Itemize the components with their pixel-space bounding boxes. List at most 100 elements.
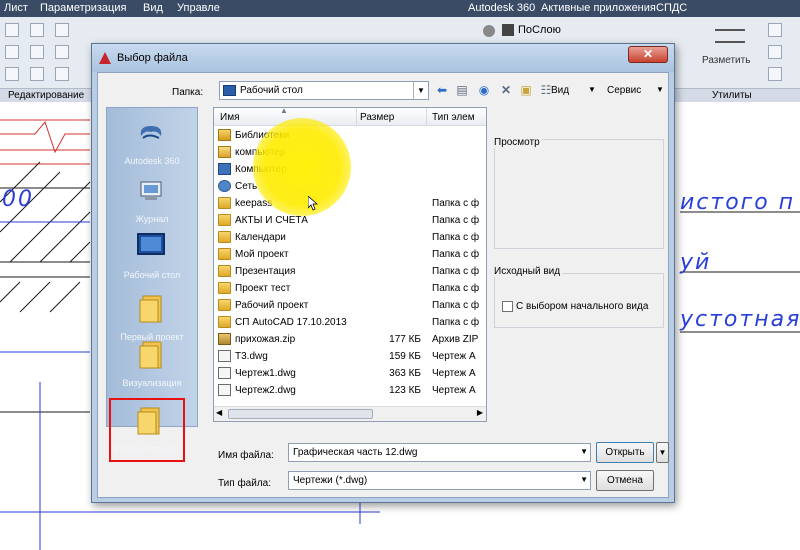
place-history[interactable]: Журнал [107, 170, 197, 232]
scrollbar-thumb[interactable] [228, 409, 373, 419]
file-name: Чертеж2.dwg [235, 385, 296, 396]
open-dropdown-icon[interactable]: ▼ [656, 442, 669, 463]
folder-value: Рабочий стол [240, 85, 303, 96]
filename-input[interactable]: Графическая часть 12.dwg ▼ [288, 443, 591, 462]
list-item[interactable]: Мой проект Папка с ф [214, 246, 486, 263]
mirror-tool-icon[interactable] [30, 45, 44, 59]
autocad-logo-icon [99, 52, 111, 64]
list-item[interactable]: Презентация Папка с ф [214, 263, 486, 280]
chevron-down-icon[interactable]: ▼ [413, 82, 428, 99]
place-label: Визуализация [122, 378, 182, 388]
array-tool-icon[interactable] [55, 67, 69, 81]
file-size: 123 КБ [389, 385, 421, 396]
initial-view-label: Исходный вид [494, 266, 563, 277]
scroll-left-icon[interactable]: ◀ [216, 408, 222, 417]
place-visualization[interactable]: Визуализация [107, 334, 197, 396]
scroll-right-icon[interactable]: ▶ [477, 408, 483, 417]
place-label: Журнал [135, 214, 169, 224]
cancel-button[interactable]: Отмена [596, 470, 654, 491]
measure-label[interactable]: Разметить [702, 55, 750, 66]
panel-utilities-label[interactable]: Утилиты [712, 90, 752, 101]
chevron-down-icon[interactable]: ▼ [580, 475, 588, 484]
filetype-value: Чертежи (*.dwg) [293, 475, 368, 486]
paste-icon[interactable] [768, 23, 782, 37]
column-name[interactable]: Имя [220, 112, 239, 123]
chevron-down-icon[interactable]: ▼ [580, 447, 588, 456]
place-work-project[interactable]: Рабочий проект [109, 398, 185, 462]
list-item[interactable]: прихожая.zip 177 КБ Архив ZIP [214, 331, 486, 348]
desktop-icon [223, 85, 236, 96]
library-icon [218, 129, 231, 141]
tab-autodesk-360[interactable]: Autodesk 360 [468, 2, 535, 14]
drawing-text-2: уй [680, 250, 712, 275]
filetype-select[interactable]: Чертежи (*.dwg) ▼ [288, 471, 591, 490]
scale-tool-icon[interactable] [30, 67, 44, 81]
service-menu[interactable]: Сервис [607, 85, 641, 96]
clipboard-icon[interactable] [768, 45, 782, 59]
panel-edit-label[interactable]: Редактирование [8, 90, 84, 101]
search-web-icon[interactable]: ◉ [476, 83, 492, 97]
list-item[interactable]: СП AutoCAD 17.10.2013 Папка с ф [214, 314, 486, 331]
file-type: Папка с ф [432, 215, 480, 226]
list-item[interactable]: Проект тест Папка с ф [214, 280, 486, 297]
list-item[interactable]: Т3.dwg 159 КБ Чертеж А [214, 348, 486, 365]
list-item[interactable]: Календари Папка с ф [214, 229, 486, 246]
place-label: Рабочий стол [123, 270, 181, 280]
horizontal-scrollbar[interactable]: ◀ ▶ [214, 406, 486, 421]
dialog-titlebar[interactable]: Выбор файла ✕ [92, 44, 674, 72]
layer-value[interactable]: ПоСлою [518, 24, 561, 36]
view-menu[interactable]: Вид [551, 85, 569, 96]
trim-tool-icon[interactable] [55, 23, 69, 37]
view-dropdown-icon[interactable]: ▼ [584, 83, 600, 97]
file-size: 159 КБ [389, 351, 421, 362]
service-dropdown-icon[interactable]: ▼ [652, 83, 668, 97]
column-divider[interactable] [426, 108, 427, 126]
initial-view-checkbox[interactable] [502, 301, 513, 312]
fillet-tool-icon[interactable] [55, 45, 69, 59]
folder-icon [218, 316, 231, 328]
list-item[interactable]: keepass Папка с ф [214, 195, 486, 212]
filetype-label: Тип файла: [218, 478, 271, 489]
file-type: Архив ZIP [432, 334, 479, 345]
stretch-tool-icon[interactable] [5, 67, 19, 81]
list-item[interactable]: Библиотеки [214, 127, 486, 144]
copy-tool-icon[interactable] [5, 45, 19, 59]
folder-icon [218, 248, 231, 260]
close-button[interactable]: ✕ [628, 46, 668, 63]
place-label: Рабочий проект [114, 444, 180, 454]
list-item[interactable]: АКТЫ И СЧЕТА Папка с ф [214, 212, 486, 229]
list-item[interactable]: Чертеж2.dwg 123 КБ Чертеж А [214, 382, 486, 399]
dwg-icon [218, 384, 231, 396]
initial-view-checkbox-label[interactable]: С выбором начального вида [516, 301, 648, 312]
file-type: Папка с ф [432, 300, 480, 311]
list-item[interactable]: Рабочий проект Папка с ф [214, 297, 486, 314]
tab-active-apps[interactable]: Активные приложения [541, 2, 656, 14]
up-folder-icon[interactable]: ▤ [454, 83, 470, 97]
folder-select[interactable]: Рабочий стол ▼ [219, 81, 429, 100]
user-folder-icon [218, 146, 231, 158]
filename-value: Графическая часть 12.dwg [293, 447, 418, 458]
column-type[interactable]: Тип элем [432, 112, 475, 123]
tab-parametrization[interactable]: Параметризация [40, 2, 126, 14]
file-name: Проект тест [235, 283, 291, 294]
match-properties-icon[interactable] [768, 67, 782, 81]
dwg-icon [218, 350, 231, 362]
open-button[interactable]: Открыть [596, 442, 654, 463]
place-desktop[interactable]: Рабочий стол [107, 226, 197, 288]
move-tool-icon[interactable] [5, 23, 19, 37]
new-folder-icon[interactable]: ▣ [518, 83, 534, 97]
tab-view[interactable]: Вид [143, 2, 163, 14]
zip-icon [218, 333, 231, 345]
rotate-tool-icon[interactable] [30, 23, 44, 37]
column-size[interactable]: Размер [360, 112, 394, 123]
measure-icon[interactable] [715, 29, 745, 43]
delete-icon[interactable]: ✕ [498, 83, 514, 97]
back-icon[interactable]: ⬅ [434, 83, 450, 97]
place-autodesk-360[interactable]: Autodesk 360 [107, 112, 197, 174]
list-item[interactable]: Чертеж1.dwg 363 КБ Чертеж А [214, 365, 486, 382]
file-name: Сеть [235, 181, 258, 192]
tab-spds[interactable]: СПДС [656, 2, 687, 14]
tab-manage[interactable]: Управле [177, 2, 220, 14]
tab-list[interactable]: Лист [4, 2, 28, 14]
column-divider[interactable] [356, 108, 357, 126]
